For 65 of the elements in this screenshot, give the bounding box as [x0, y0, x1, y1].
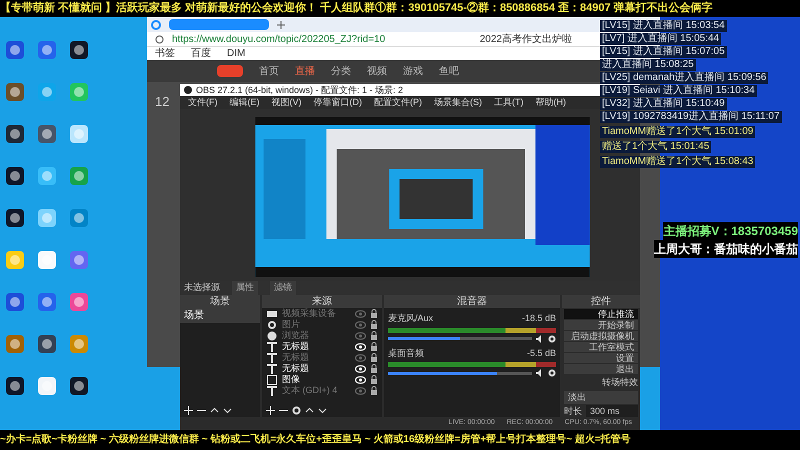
- menu-item[interactable]: 编辑(E): [230, 96, 260, 110]
- menu-item[interactable]: 帮助(H): [536, 96, 566, 110]
- control-button[interactable]: 设置: [564, 353, 638, 363]
- bottom-banner: ~办卡=点歌~卡粉丝牌 ~ 六级粉丝牌进微信群 ~ 钻粉或二飞机=永久车位+歪歪皇马 ~ 火箭或16级粉丝牌=房管+帮上号打本整理号~ 超火=托管号: [0, 430, 800, 450]
- control-button[interactable]: 退出: [564, 364, 638, 374]
- source-name[interactable]: 无标题: [282, 341, 351, 352]
- transition-select[interactable]: 淡出: [564, 390, 638, 404]
- control-button[interactable]: 工作室模式: [564, 342, 638, 352]
- nav-link[interactable]: 直播: [295, 64, 315, 78]
- menu-item[interactable]: 工具(T): [494, 96, 524, 110]
- chat-message: [LV25] demanah进入直播间 15:09:56: [600, 72, 768, 84]
- source-name[interactable]: 图片: [282, 319, 351, 330]
- menu-item[interactable]: 视图(V): [272, 96, 302, 110]
- channel-name: 麦克风/Aux: [388, 312, 434, 325]
- source-name[interactable]: 浏览器: [282, 330, 351, 341]
- no-source-label: 未选择源: [184, 281, 220, 294]
- dock-header: 来源: [262, 295, 382, 308]
- chat-message: 赠送了1个大气 15:01:45: [600, 141, 712, 153]
- chat-message: [LV15] 进入直播间 15:03:54: [600, 20, 727, 32]
- db-reading: -18.5 dB: [522, 312, 556, 325]
- menu-item[interactable]: 配置文件(P): [374, 96, 422, 110]
- dock-header: 混音器: [384, 295, 560, 308]
- dock-header: 控件: [562, 295, 640, 308]
- nav-link[interactable]: 首页: [259, 64, 279, 78]
- url-field[interactable]: https://www.douyu.com/topic/202205_ZJ?rid=10: [172, 32, 386, 46]
- source-name[interactable]: 无标题: [282, 363, 351, 374]
- bookmark-link[interactable]: 书签: [155, 46, 175, 61]
- control-button[interactable]: 启动虚拟摄像机: [564, 331, 638, 341]
- window-title: OBS 27.2.1 (64-bit, windows) - 配置文件: 1 - 场景: 2: [196, 84, 404, 96]
- nav-link[interactable]: 鱼吧: [439, 64, 459, 78]
- side-number: 12: [155, 94, 170, 109]
- source-name[interactable]: 无标题: [282, 352, 351, 363]
- chat-message: 进入直播间 15:08:25: [600, 59, 696, 71]
- db-reading: -5.5 dB: [526, 346, 556, 360]
- nav-link[interactable]: 分类: [331, 64, 351, 78]
- source-name[interactable]: 视频采集设备: [282, 308, 351, 319]
- dock-header: 场景: [180, 295, 260, 308]
- menu-item[interactable]: 文件(F): [188, 96, 218, 110]
- control-button[interactable]: 停止推流: [564, 309, 638, 319]
- news-link[interactable]: 2022高考作文出炉啦: [480, 32, 572, 46]
- chat-message: [LV19] 1092783419进入直播间 15:11:07: [600, 111, 782, 123]
- menu-item[interactable]: 停靠窗口(D): [314, 96, 362, 110]
- source-name[interactable]: 文本 (GDI+) 4: [282, 385, 351, 396]
- nav-link[interactable]: 游戏: [403, 64, 423, 78]
- dock-toolbar-button[interactable]: 属性: [232, 281, 258, 295]
- control-button[interactable]: 开始录制: [564, 320, 638, 330]
- source-name[interactable]: 图像: [282, 374, 351, 385]
- bookmark-link[interactable]: 百度: [191, 46, 211, 61]
- duration-label: 时长: [564, 405, 582, 418]
- recruit-text: 主播招募V：1835703459: [663, 222, 798, 240]
- top-banner: 【专带萌新 不懂就问 】活跃玩家最多 对萌新最好的公会欢迎你！ 千人组队群①群：390105745-②群：850886854 歪：84907 弹幕打不出公会俩字: [0, 0, 800, 17]
- chat-message: [LV7] 进入直播间 15:05:44: [600, 33, 722, 45]
- chat-message: TiamoMM赠送了1个大气 15:01:09: [600, 126, 756, 138]
- chat-message: [LV32] 进入直播间 15:10:49: [600, 98, 727, 110]
- channel-name: 桌面音频: [388, 346, 424, 360]
- bookmark-link[interactable]: DIM: [227, 46, 246, 61]
- chat-message: [LV15] 进入直播间 15:07:05: [600, 46, 727, 58]
- top-fan-text: 上周大哥：番茄味的小番茄: [654, 240, 798, 258]
- dock-toolbar-button[interactable]: 滤镜: [270, 281, 296, 295]
- transition-label: 转场特效: [601, 376, 638, 389]
- chat-message: [LV19] Seiavi 进入直播间 15:10:34: [600, 85, 757, 97]
- scene-item[interactable]: 场景: [180, 308, 260, 323]
- nav-link[interactable]: 视频: [367, 64, 387, 78]
- chat-message: TiamoMM赠送了1个大气 15:08:43: [600, 156, 756, 168]
- menu-item[interactable]: 场景集合(S): [434, 96, 482, 110]
